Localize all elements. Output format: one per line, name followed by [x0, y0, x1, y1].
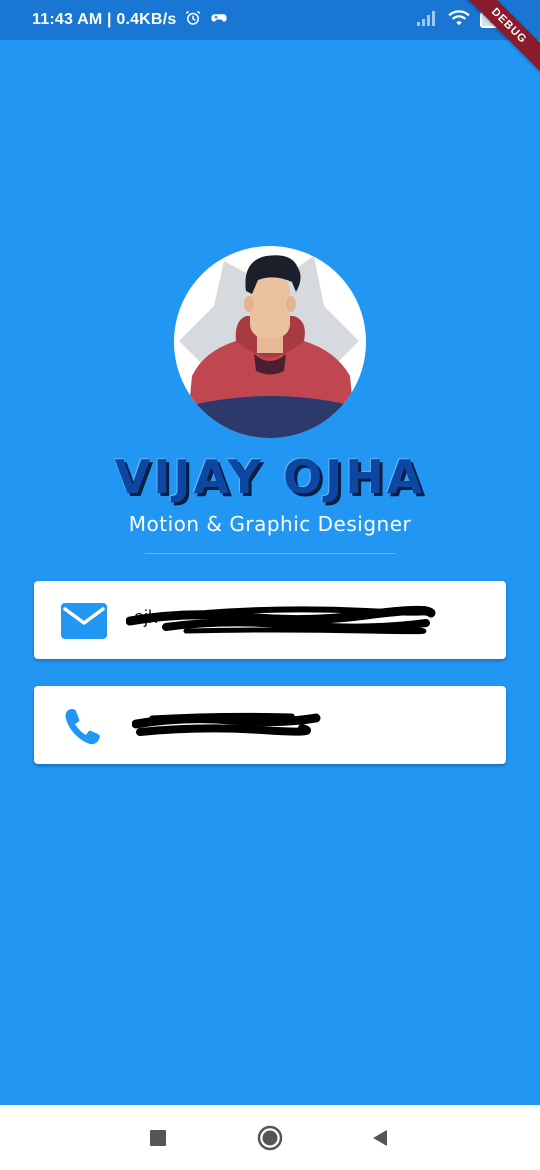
redaction-scribble	[132, 712, 321, 736]
phone-icon	[60, 706, 108, 746]
profile-name: VIJAY OJHA	[114, 450, 426, 504]
divider	[145, 553, 395, 554]
profile-title: Motion & Graphic Designer	[128, 512, 412, 536]
recents-button[interactable]	[128, 1105, 188, 1170]
avatar	[174, 246, 366, 438]
email-icon	[60, 601, 108, 641]
home-icon	[257, 1125, 283, 1150]
alarm-icon	[184, 9, 202, 32]
signal-icon	[416, 10, 438, 31]
home-button[interactable]	[240, 1105, 300, 1170]
redaction-scribble	[126, 605, 436, 635]
back-button[interactable]	[350, 1105, 410, 1170]
status-left: 11:43 AM | 0.4KB/s	[32, 0, 228, 40]
wifi-icon	[448, 9, 470, 32]
status-bar: 11:43 AM | 0.4KB/s 27	[0, 0, 540, 40]
recents-icon	[150, 1129, 166, 1146]
game-controller-icon	[210, 9, 228, 32]
email-card[interactable]: ojh	[34, 581, 506, 659]
navigation-bar	[0, 1105, 540, 1170]
back-icon	[373, 1129, 387, 1146]
phone-card[interactable]	[34, 686, 506, 764]
status-time-speed: 11:43 AM | 0.4KB/s	[32, 11, 177, 28]
